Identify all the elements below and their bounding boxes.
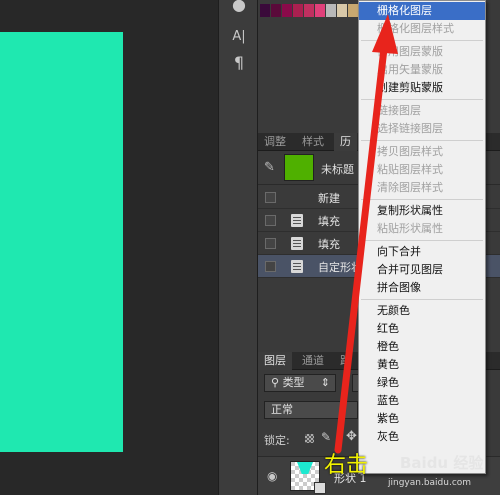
menu-separator xyxy=(361,40,483,41)
menu-separator xyxy=(361,99,483,100)
color-swatch[interactable] xyxy=(271,4,281,17)
menu-separator xyxy=(361,299,483,300)
watermark-brand: Baidu 经验 xyxy=(400,454,484,472)
layer-filter-select[interactable]: ⚲ 类型 ⇕ xyxy=(264,374,336,392)
history-item-label: 填充 xyxy=(318,238,340,251)
color-swatch[interactable] xyxy=(282,4,292,17)
document-icon xyxy=(291,260,303,273)
document-canvas[interactable] xyxy=(0,32,123,452)
visibility-eye-icon[interactable]: ◉ xyxy=(267,469,277,483)
canvas-area[interactable] xyxy=(0,0,218,495)
paragraph-icon[interactable]: ¶ xyxy=(227,52,251,74)
menu-item: 拷贝图层样式 xyxy=(377,145,443,158)
menu-separator xyxy=(361,199,483,200)
document-icon xyxy=(291,237,303,250)
tool-strip: ● A| ¶ xyxy=(218,0,258,495)
lock-position-icon[interactable]: ✥ xyxy=(346,429,357,444)
annotation-text: 右击 xyxy=(324,453,369,478)
menu-item[interactable]: 橙色 xyxy=(359,338,485,356)
snapshot-title: 未标题 xyxy=(321,163,354,176)
menu-separator xyxy=(361,240,483,241)
shape-thumbnail-icon xyxy=(297,462,313,474)
menu-item: 启用矢量蒙版 xyxy=(377,63,443,76)
menu-item[interactable]: 栅格化图层 xyxy=(359,2,485,20)
tab-history[interactable]: 历 xyxy=(334,133,357,151)
snapshot-thumbnail xyxy=(284,154,314,181)
color-swatch[interactable] xyxy=(337,4,347,17)
menu-item[interactable]: 创建剪贴蒙版 xyxy=(359,79,485,97)
color-swatch[interactable] xyxy=(326,4,336,17)
menu-item[interactable]: 向下合并 xyxy=(359,243,485,261)
history-item-label: 填充 xyxy=(318,215,340,228)
lock-pixels-icon[interactable]: ✎ xyxy=(321,430,331,444)
menu-item[interactable]: 复制形状属性 xyxy=(359,202,485,220)
history-item-label: 新建 xyxy=(318,192,340,205)
vector-mask-icon xyxy=(314,482,326,494)
history-item-label: 自定形状 xyxy=(318,261,362,274)
menu-item: 栅格化图层样式 xyxy=(377,22,454,35)
history-checkbox[interactable] xyxy=(265,215,276,226)
vertical-type-icon[interactable]: A| xyxy=(227,26,251,48)
color-swatch[interactable] xyxy=(293,4,303,17)
menu-item: 链接图层 xyxy=(377,104,421,117)
color-swatch[interactable] xyxy=(348,4,358,17)
context-menu: 栅格化图层栅格化图层样式 停用图层蒙版 启用矢量蒙版创建剪贴蒙版链接图层选择链接图层… xyxy=(358,0,486,474)
tool-top-icon[interactable]: ● xyxy=(227,0,251,16)
menu-item: 停用图层蒙版 xyxy=(377,45,443,58)
menu-item[interactable]: 合并可见图层 xyxy=(359,261,485,279)
lock-transparent-icon[interactable] xyxy=(305,434,314,443)
menu-item[interactable]: 无颜色 xyxy=(359,302,485,320)
menu-item: 选择链接图层 xyxy=(377,122,443,135)
tab-layers[interactable]: 图层 xyxy=(258,352,292,370)
chevron-updown-icon: ⇕ xyxy=(320,376,330,389)
menu-item[interactable]: 蓝色 xyxy=(359,392,485,410)
lock-label: 锁定: xyxy=(264,434,290,447)
blend-mode-select[interactable]: 正常 xyxy=(264,401,358,419)
tab-adjustments[interactable]: 调整 xyxy=(258,133,292,151)
watermark-url: jingyan.baidu.com xyxy=(388,478,472,488)
tab-paths[interactable]: 路 xyxy=(334,352,357,370)
history-checkbox[interactable] xyxy=(265,261,276,272)
menu-item[interactable]: 紫色 xyxy=(359,410,485,428)
search-icon: ⚲ xyxy=(271,376,283,389)
menu-item: 清除图层样式 xyxy=(377,181,443,194)
color-swatch[interactable] xyxy=(304,4,314,17)
history-brush-icon[interactable]: ✎ xyxy=(264,160,275,175)
menu-item[interactable]: 绿色 xyxy=(359,374,485,392)
menu-item[interactable]: 灰色 xyxy=(359,428,485,446)
menu-separator xyxy=(361,140,483,141)
color-swatch[interactable] xyxy=(315,4,325,17)
filter-label: 类型 xyxy=(282,376,305,389)
blend-mode-value: 正常 xyxy=(271,403,293,416)
menu-item[interactable]: 红色 xyxy=(359,320,485,338)
tab-styles[interactable]: 样式 xyxy=(296,133,330,151)
history-checkbox[interactable] xyxy=(265,192,276,203)
history-checkbox[interactable] xyxy=(265,238,276,249)
menu-item[interactable]: 拼合图像 xyxy=(359,279,485,297)
menu-item[interactable]: 黄色 xyxy=(359,356,485,374)
color-swatch[interactable] xyxy=(260,4,270,17)
tab-channels[interactable]: 通道 xyxy=(296,352,330,370)
document-icon xyxy=(291,214,303,227)
menu-item: 粘贴图层样式 xyxy=(377,163,443,176)
menu-item: 粘贴形状属性 xyxy=(377,222,443,235)
